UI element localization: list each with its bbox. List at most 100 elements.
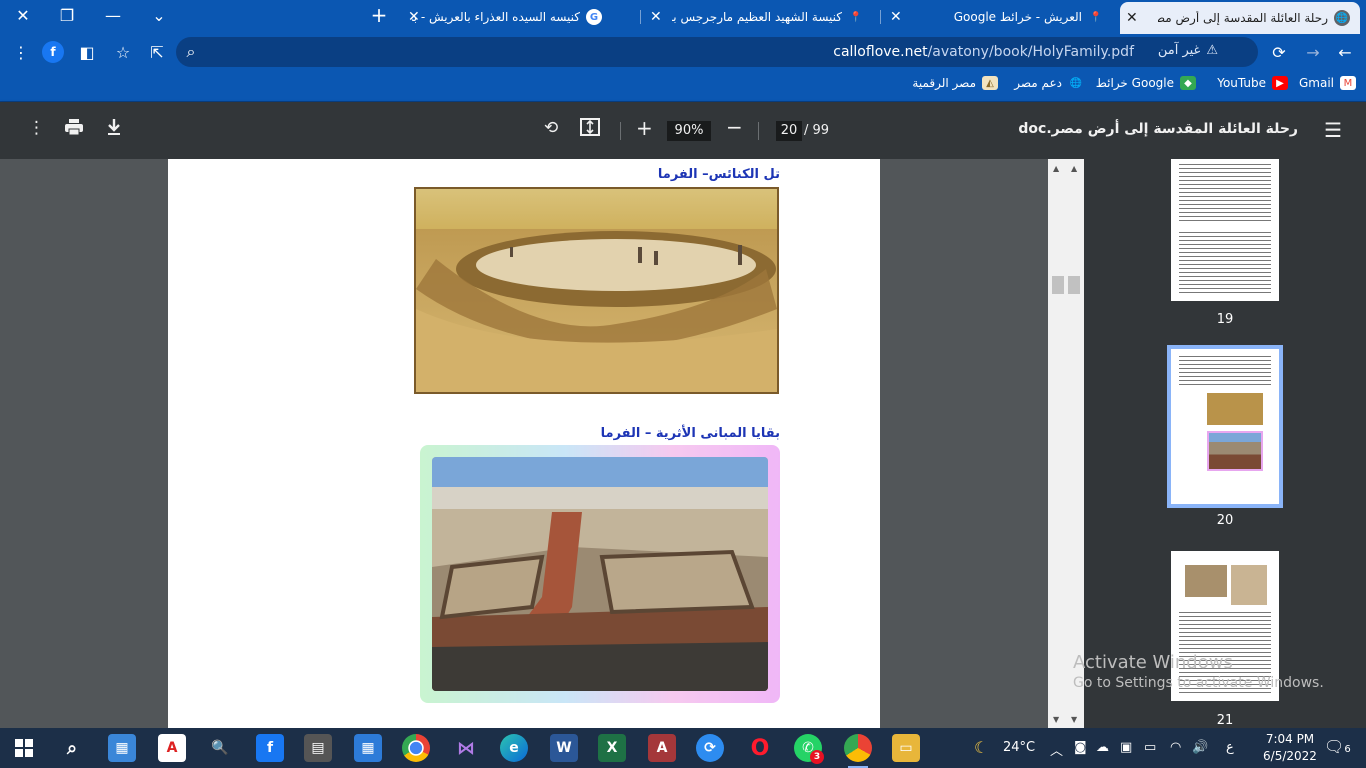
scroll-up-icon[interactable]: ▲ (1071, 164, 1077, 173)
thumbnail-page-20[interactable] (1167, 345, 1283, 508)
bookmark-digital-egypt[interactable]: مصر الرقمية ◭ (912, 76, 998, 90)
file-explorer-icon[interactable]: ▭ (892, 734, 920, 762)
whatsapp-icon[interactable]: ✆ 3 (794, 734, 824, 764)
bookmark-youtube[interactable]: YouTube ▶ (1217, 76, 1288, 90)
tab-holy-family[interactable]: 🌐 رحلة العائلة المقدسة إلى أرض مصر ✕ (1120, 2, 1360, 34)
battery-icon[interactable]: ▭ (1144, 740, 1156, 755)
tab-close-icon[interactable]: ✕ (1126, 10, 1138, 26)
rotate-icon[interactable]: ⟲ (544, 118, 558, 138)
side-panel-icon[interactable]: ◧ (76, 41, 98, 63)
windows-start-icon[interactable] (10, 734, 38, 762)
zoom-level-input[interactable]: 90% (667, 121, 711, 141)
calculator-icon[interactable]: ▤ (304, 734, 332, 762)
bookmark-label: YouTube (1217, 76, 1266, 90)
scroll-down-icon[interactable]: ▼ (1071, 715, 1077, 724)
window-minimize-button[interactable]: — (90, 0, 136, 30)
bookmark-gmail[interactable]: Gmail M (1299, 76, 1356, 90)
page-total: / 99 (804, 123, 830, 138)
profile-avatar[interactable]: f (42, 41, 64, 63)
caption-bottom: بقايا المبانى الأثرية – الفرما (600, 426, 780, 441)
youtube-icon: ▶ (1272, 76, 1288, 90)
warning-icon: ⚠ (1206, 43, 1218, 58)
maps-pin-icon: 📍 (1089, 11, 1103, 23)
control-panel-icon[interactable]: ▦ (108, 734, 136, 762)
watermark-title: Activate Windows (1073, 652, 1233, 673)
browser-menu-icon[interactable]: ⋮ (10, 41, 32, 63)
language-indicator[interactable]: ع (1226, 740, 1234, 755)
bookmark-support-egypt[interactable]: دعم مصر 🌐 (1014, 76, 1084, 90)
share-icon[interactable]: ⇱ (146, 41, 168, 63)
google-icon: G (586, 9, 602, 25)
maps-icon: ◆ (1180, 76, 1196, 90)
acrobat-icon[interactable]: A (158, 734, 186, 762)
clock[interactable]: 7:04 PM 6/5/2022 (1258, 731, 1322, 765)
moon-weather-icon[interactable]: ☾ (974, 738, 988, 757)
download-icon[interactable] (105, 118, 123, 141)
more-actions-icon[interactable]: ⋮ (28, 118, 45, 138)
print-icon[interactable] (64, 118, 84, 141)
chrome-icon[interactable] (402, 734, 430, 762)
word-icon[interactable]: W (550, 734, 578, 762)
bookmark-star-icon[interactable]: ☆ (112, 41, 134, 63)
notification-count: 6 (1344, 744, 1351, 755)
scroll-up-icon[interactable]: ▲ (1053, 164, 1059, 173)
bookmark-label: مصر الرقمية (912, 76, 976, 90)
security-indicator[interactable]: غير آمن ⚠ (1158, 43, 1218, 58)
access-icon[interactable]: A (648, 734, 676, 762)
thumbnail-number: 20 (1216, 513, 1234, 528)
thumbnail-page-19[interactable] (1171, 159, 1279, 301)
volume-icon[interactable]: 🔊 (1192, 740, 1208, 755)
display-icon[interactable]: ▣ (1120, 740, 1132, 755)
url-path: /avatony/book/HolyFamily.pdf (927, 44, 1134, 60)
back-icon[interactable]: ← (1334, 41, 1356, 63)
cloud-icon[interactable]: ☁ (1096, 740, 1109, 755)
window-close-button[interactable]: ✕ (0, 0, 46, 30)
scrollbar[interactable]: ▲ ▲ ▼ ▼ (1048, 159, 1084, 728)
meet-icon[interactable]: ◙ (1074, 740, 1087, 755)
page-current: 20 (780, 123, 798, 138)
edge-icon[interactable]: e (500, 734, 528, 762)
calendar-icon[interactable]: ▦ (354, 734, 382, 762)
scroll-thumb[interactable] (1052, 276, 1064, 294)
magnifier-icon[interactable]: 🔍 (206, 734, 234, 762)
tab-close-icon[interactable]: ✕ (890, 9, 902, 25)
tab-church-george[interactable]: 📍 كنيسة الشهيد العظيم مارجرجس بالع ✕ (644, 0, 874, 34)
visual-studio-icon[interactable]: ⋈ (452, 734, 480, 762)
zoom-search-icon[interactable]: ⌕ (180, 41, 202, 63)
chrome-profile-icon[interactable] (844, 734, 872, 768)
notification-center-icon[interactable]: 🗨6 (1324, 737, 1351, 756)
bookmark-maps[interactable]: خرائط Google ◆ (1096, 76, 1196, 90)
tab-church-virgin[interactable]: G كنيسه السيده العذراء بالعريش - بحث ✕ (402, 0, 612, 34)
reload-icon[interactable]: ⟳ (1268, 41, 1290, 63)
thumbnail-number: 21 (1216, 713, 1234, 728)
window-restore-button[interactable]: ❐ (44, 0, 90, 30)
chevron-up-icon[interactable]: ︿ (1050, 740, 1063, 759)
search-icon[interactable]: ⌕ (58, 734, 86, 762)
zoom-out-button[interactable]: − (726, 115, 743, 139)
new-tab-button[interactable]: + (356, 0, 402, 30)
sync-icon[interactable]: ⟳ (696, 734, 724, 762)
facebook-icon[interactable]: f (256, 734, 284, 762)
weather-temperature[interactable]: 24°C (1003, 740, 1035, 755)
minimize-icon: — (105, 5, 121, 25)
scroll-thumb[interactable] (1068, 276, 1080, 294)
page-number-input[interactable]: 20 (776, 121, 802, 141)
zoom-in-button[interactable]: + (636, 116, 653, 140)
tab-close-icon[interactable]: ✕ (650, 9, 662, 25)
bookmark-label: خرائط Google (1095, 76, 1174, 90)
bookmark-label: دعم مصر (1014, 76, 1062, 90)
forward-icon[interactable]: → (1302, 41, 1324, 63)
tab-search-button[interactable]: ⌄ (136, 0, 182, 30)
thumbnails-menu-icon[interactable]: ☰ (1324, 118, 1342, 142)
omnibox[interactable]: ⌕ ☆ ⇱ calloflove.net/avatony/book/HolyFa… (116, 37, 1258, 67)
scroll-down-icon[interactable]: ▼ (1053, 715, 1059, 724)
opera-icon[interactable]: O (746, 734, 774, 762)
maps-pin-icon: 📍 (849, 11, 863, 23)
url-text[interactable]: calloflove.net/avatony/book/HolyFamily.p… (833, 44, 1134, 60)
tab-arish-maps[interactable]: 📍 العريش - خرائط Google ✕ (884, 0, 1114, 34)
wifi-icon[interactable]: ◠ (1170, 740, 1181, 755)
pdf-viewer[interactable]: تل الكنائس– الفرما بقايا المبانى الأثرية… (0, 159, 1048, 728)
excel-icon[interactable]: X (598, 734, 626, 762)
tab-close-icon[interactable]: ✕ (408, 9, 420, 25)
fit-page-icon[interactable] (580, 118, 600, 141)
